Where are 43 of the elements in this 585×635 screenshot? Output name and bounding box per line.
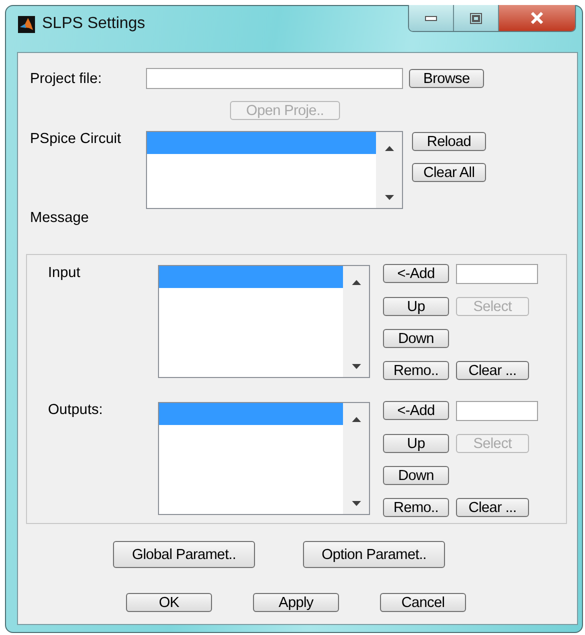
field-label: PSpice Circuit xyxy=(29,131,122,147)
browse-button[interactable]: Browse xyxy=(409,69,484,88)
close-icon xyxy=(530,12,544,24)
scroll-down-icon[interactable] xyxy=(352,364,360,369)
minimize-icon xyxy=(425,16,437,20)
ok-button[interactable]: OK xyxy=(126,593,212,612)
parameter-button[interactable]: Option Paramet.. xyxy=(303,541,445,568)
clear-button[interactable]: Clear ... xyxy=(456,498,529,517)
window-title: SLPS Settings xyxy=(42,15,146,33)
list-label: Input xyxy=(47,265,82,281)
scrollbar[interactable] xyxy=(343,403,369,514)
down-button[interactable]: Down xyxy=(383,329,449,348)
scroll-down-icon[interactable] xyxy=(352,501,360,506)
project-file-field[interactable] xyxy=(146,68,403,89)
maximize-button[interactable] xyxy=(454,5,499,31)
cancel-button[interactable]: Cancel xyxy=(380,593,466,612)
clear-button[interactable]: Clear ... xyxy=(456,361,529,380)
scrollbar[interactable] xyxy=(343,266,369,377)
message-label: Message xyxy=(29,210,90,226)
up-button[interactable]: Up xyxy=(383,297,449,316)
minimize-button[interactable] xyxy=(409,5,454,31)
scroll-up-icon[interactable] xyxy=(352,417,360,422)
field-label: Project file: xyxy=(29,70,103,86)
remove-button[interactable]: Remo.. xyxy=(383,498,449,517)
close-button[interactable] xyxy=(499,5,575,31)
maximize-icon xyxy=(470,12,482,24)
scroll-up-icon[interactable] xyxy=(352,280,360,285)
scroll-down-icon[interactable] xyxy=(384,195,394,200)
name-field[interactable] xyxy=(456,264,538,284)
apply-button[interactable]: Apply xyxy=(253,593,339,612)
scroll-up-icon[interactable] xyxy=(384,146,394,151)
reload-button[interactable]: Reload xyxy=(412,132,486,151)
clear-all-button[interactable]: Clear All xyxy=(412,163,486,182)
remove-button[interactable]: Remo.. xyxy=(383,361,449,380)
app-logo-icon xyxy=(18,16,35,32)
list-label: Outputs: xyxy=(47,402,104,418)
parameter-button[interactable]: Global Paramet.. xyxy=(113,541,255,568)
up-button[interactable]: Up xyxy=(383,434,449,453)
add-button[interactable]: <-Add xyxy=(383,401,449,420)
add-button[interactable]: <-Add xyxy=(383,264,449,283)
name-field[interactable] xyxy=(456,401,538,421)
down-button[interactable]: Down xyxy=(383,466,449,485)
scrollbar[interactable] xyxy=(376,132,402,208)
